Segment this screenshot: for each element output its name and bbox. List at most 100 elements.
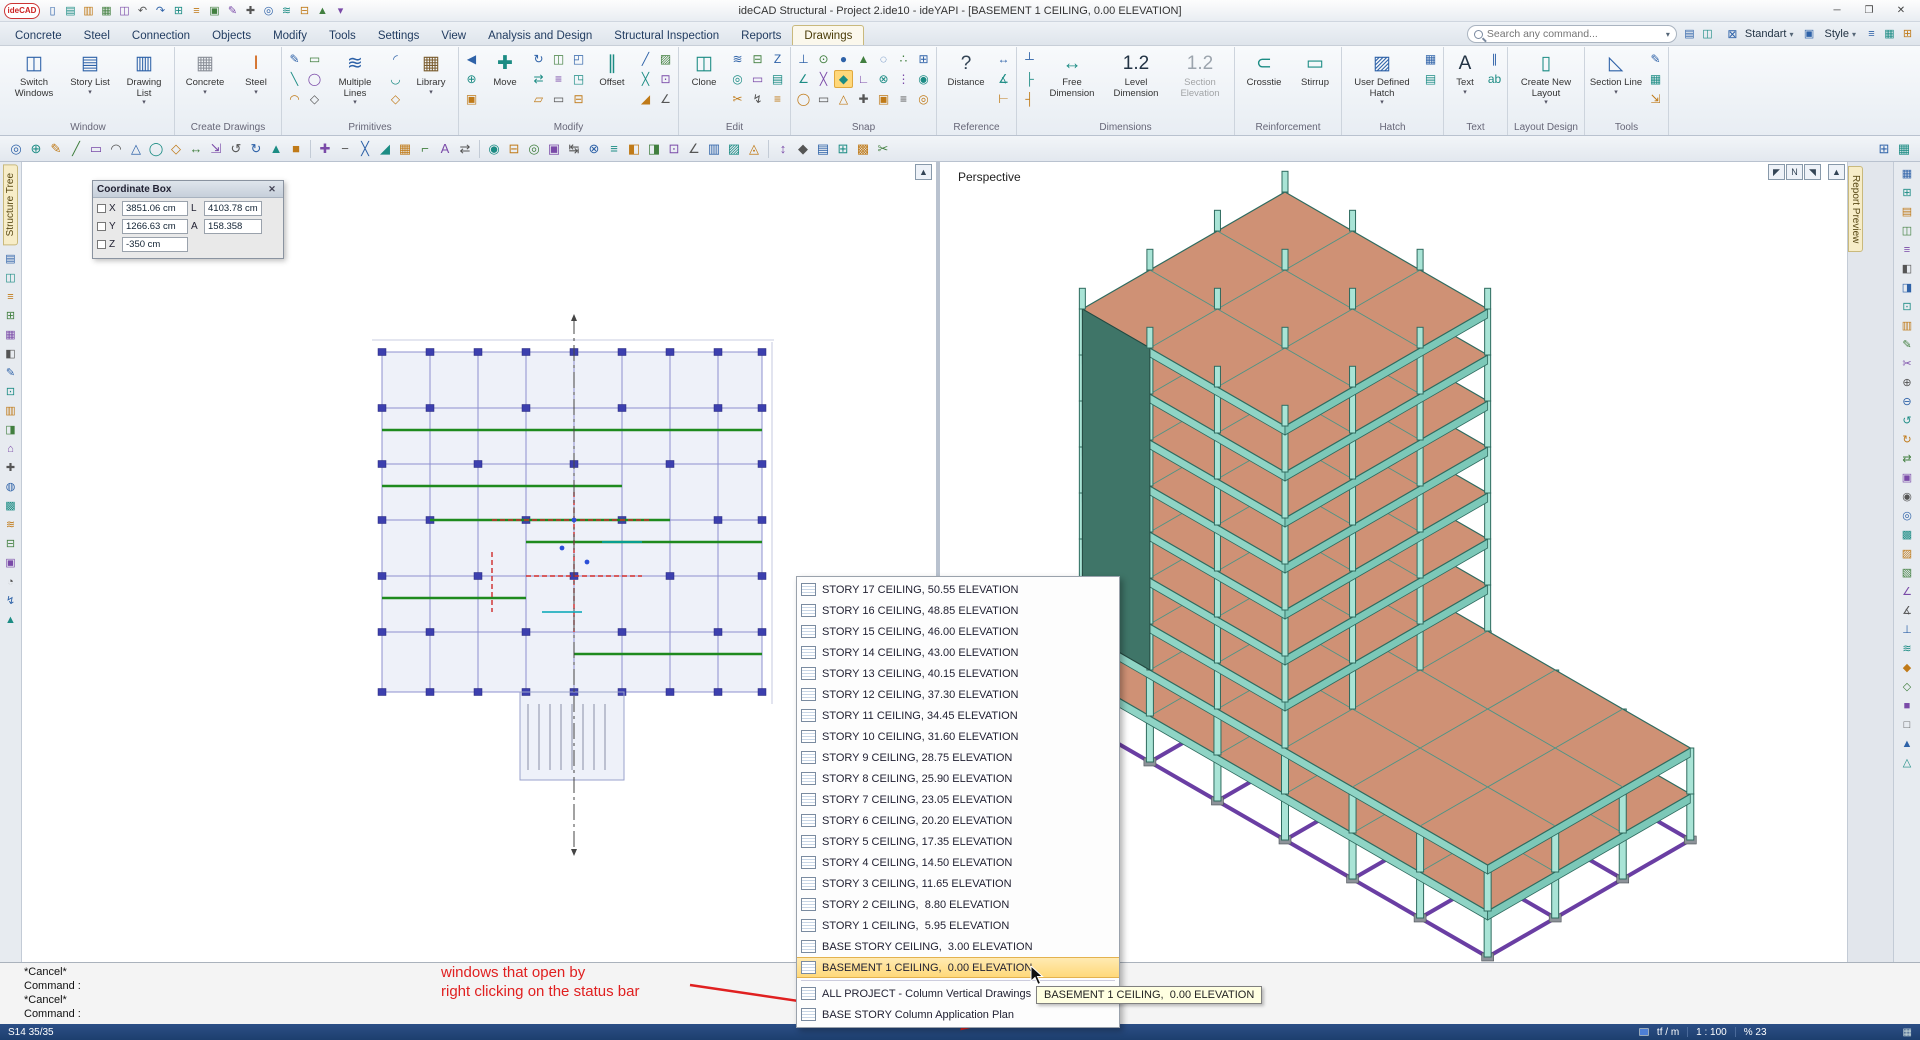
toolbar-icon[interactable]: ╱ bbox=[66, 139, 86, 159]
small-tool-icon[interactable]: ∠ bbox=[656, 90, 675, 108]
toolbar-icon[interactable]: ≡ bbox=[604, 139, 624, 159]
small-tool-icon[interactable]: ▭ bbox=[305, 50, 324, 68]
toolbar-icon[interactable]: ⊕ bbox=[26, 139, 46, 159]
tab-settings[interactable]: Settings bbox=[367, 26, 431, 45]
quick-access-icon[interactable]: ▤ bbox=[62, 3, 79, 19]
right-tool-icon[interactable]: ◨ bbox=[1898, 280, 1916, 297]
menu-item[interactable]: STORY 11 CEILING, 34.45 ELEVATION bbox=[797, 705, 1119, 726]
left-tool-icon[interactable]: ◨ bbox=[2, 422, 20, 439]
menu-item[interactable]: STORY 16 CEILING, 48.85 ELEVATION bbox=[797, 600, 1119, 621]
right-tool-icon[interactable]: ▦ bbox=[1898, 166, 1916, 183]
right-tool-icon[interactable]: ▧ bbox=[1898, 565, 1916, 582]
right-tool-icon[interactable]: ⇄ bbox=[1898, 451, 1916, 468]
small-tool-icon[interactable]: ≡ bbox=[894, 90, 913, 108]
menu-item[interactable]: STORY 10 CEILING, 31.60 ELEVATION bbox=[797, 726, 1119, 747]
section-line-button[interactable]: ◺Section Line▾ bbox=[1588, 48, 1644, 120]
quick-access-icon[interactable]: ⊟ bbox=[296, 3, 313, 19]
toolbar-icon[interactable]: ◨ bbox=[644, 139, 664, 159]
small-tool-icon[interactable]: ▤ bbox=[768, 70, 787, 88]
toolbar-icon[interactable]: ✎ bbox=[46, 139, 66, 159]
tab-reports[interactable]: Reports bbox=[730, 26, 792, 45]
small-tool-icon[interactable]: ↻ bbox=[529, 50, 548, 68]
a-value-field[interactable] bbox=[204, 219, 262, 234]
toolbar-icon[interactable]: ◎ bbox=[6, 139, 26, 159]
toolbar-icon[interactable]: ▥ bbox=[704, 139, 724, 159]
left-tool-icon[interactable]: ≋ bbox=[2, 517, 20, 534]
small-tool-icon[interactable]: Z bbox=[768, 50, 787, 68]
left-tool-icon[interactable]: ◫ bbox=[2, 270, 20, 287]
small-tool-icon[interactable]: ◇ bbox=[305, 90, 324, 108]
toolbar-icon[interactable]: ⌐ bbox=[415, 139, 435, 159]
menu-item[interactable]: STORY 2 CEILING, 8.80 ELEVATION bbox=[797, 894, 1119, 915]
small-tool-icon[interactable]: ◜ bbox=[386, 50, 405, 68]
toolbar-icon[interactable]: ▦ bbox=[1894, 139, 1914, 159]
status-zoom[interactable]: % 23 bbox=[1744, 1027, 1767, 1038]
toolbar-icon[interactable]: ↕ bbox=[773, 139, 793, 159]
coordinate-box-titlebar[interactable]: Coordinate Box ✕ bbox=[93, 181, 283, 198]
nav-north-icon[interactable]: N bbox=[1786, 164, 1803, 180]
toolbar-icon[interactable]: ⇲ bbox=[206, 139, 226, 159]
offset-button[interactable]: ∥Offset bbox=[590, 48, 634, 120]
crosstie-button[interactable]: ⊂Crosstie bbox=[1238, 48, 1290, 120]
small-tool-icon[interactable]: ≋ bbox=[728, 50, 747, 68]
quick-access-icon[interactable]: ◫ bbox=[116, 3, 133, 19]
maximize-button[interactable]: ❐ bbox=[1854, 2, 1884, 20]
quick-access-icon[interactable]: ◎ bbox=[260, 3, 277, 19]
tab-drawings[interactable]: Drawings bbox=[792, 25, 864, 45]
left-tool-icon[interactable]: ⌂ bbox=[2, 441, 20, 458]
quick-access-icon[interactable]: ✎ bbox=[224, 3, 241, 19]
left-tool-icon[interactable]: ◍ bbox=[2, 479, 20, 496]
tabbar-icon[interactable]: ▣ bbox=[1801, 26, 1818, 42]
small-tool-icon[interactable]: ╱ bbox=[636, 50, 655, 68]
search-dropdown-icon[interactable]: ▾ bbox=[1666, 30, 1670, 39]
small-tool-icon[interactable]: ⊞ bbox=[914, 50, 933, 68]
toolbar-icon[interactable]: ◬ bbox=[744, 139, 764, 159]
small-tool-icon[interactable]: ◎ bbox=[728, 70, 747, 88]
menu-item[interactable]: STORY 13 CEILING, 40.15 ELEVATION bbox=[797, 663, 1119, 684]
small-tool-icon[interactable]: ⊕ bbox=[462, 70, 481, 88]
small-tool-icon[interactable]: ▤ bbox=[1421, 70, 1440, 88]
small-tool-icon[interactable]: ↔ bbox=[994, 50, 1013, 68]
small-tool-icon[interactable]: ▲ bbox=[854, 50, 873, 68]
tab-steel[interactable]: Steel bbox=[73, 26, 121, 45]
right-tool-icon[interactable]: ≡ bbox=[1898, 242, 1916, 259]
menu-item[interactable]: STORY 8 CEILING, 25.90 ELEVATION bbox=[797, 768, 1119, 789]
toolbar-icon[interactable]: ◉ bbox=[484, 139, 504, 159]
toolbar-icon[interactable]: ▤ bbox=[813, 139, 833, 159]
left-tool-icon[interactable]: ▦ bbox=[2, 327, 20, 344]
section-elevation-button[interactable]: 1.2Section Elevation bbox=[1169, 48, 1231, 120]
menu-item[interactable]: STORY 3 CEILING, 11.65 ELEVATION bbox=[797, 873, 1119, 894]
drawing-list-button[interactable]: ▥Drawing List▾ bbox=[117, 48, 171, 120]
small-tool-icon[interactable]: ✎ bbox=[285, 50, 304, 68]
menu-item[interactable]: STORY 4 CEILING, 14.50 ELEVATION bbox=[797, 852, 1119, 873]
toolbar-icon[interactable]: ↺ bbox=[226, 139, 246, 159]
small-tool-icon[interactable]: △ bbox=[834, 90, 853, 108]
small-tool-icon[interactable]: ∠ bbox=[794, 70, 813, 88]
small-tool-icon[interactable]: ◉ bbox=[914, 70, 933, 88]
small-tool-icon[interactable]: ◳ bbox=[569, 70, 588, 88]
y-lock-checkbox[interactable] bbox=[97, 222, 106, 231]
small-tool-icon[interactable]: ▣ bbox=[874, 90, 893, 108]
free-dimension-button[interactable]: ↔Free Dimension bbox=[1041, 48, 1103, 120]
tab-view[interactable]: View bbox=[430, 26, 477, 45]
right-tool-icon[interactable]: ≋ bbox=[1898, 641, 1916, 658]
left-tool-icon[interactable]: ⊞ bbox=[2, 308, 20, 325]
right-tool-icon[interactable]: ■ bbox=[1898, 698, 1916, 715]
small-tool-icon[interactable]: ╳ bbox=[814, 70, 833, 88]
switch-windows-button[interactable]: ◫Switch Windows bbox=[5, 48, 63, 120]
small-tool-icon[interactable]: ▱ bbox=[529, 90, 548, 108]
status-grid-icon[interactable]: ▦ bbox=[1903, 1027, 1912, 1038]
small-tool-icon[interactable]: ⇲ bbox=[1646, 90, 1665, 108]
tab-concrete[interactable]: Concrete bbox=[4, 26, 73, 45]
search-input[interactable] bbox=[1487, 28, 1662, 40]
small-tool-icon[interactable]: ⊟ bbox=[569, 90, 588, 108]
story-list-button[interactable]: ▤Story List▾ bbox=[65, 48, 115, 120]
l-value-field[interactable] bbox=[204, 201, 262, 216]
menu-item[interactable]: STORY 17 CEILING, 50.55 ELEVATION bbox=[797, 579, 1119, 600]
small-tool-icon[interactable]: ● bbox=[834, 50, 853, 68]
quick-access-icon[interactable]: ⊞ bbox=[170, 3, 187, 19]
small-tool-icon[interactable]: ⊡ bbox=[656, 70, 675, 88]
tab-modify[interactable]: Modify bbox=[262, 26, 318, 45]
small-tool-icon[interactable]: ▭ bbox=[814, 90, 833, 108]
toolbar-icon[interactable]: ◆ bbox=[793, 139, 813, 159]
